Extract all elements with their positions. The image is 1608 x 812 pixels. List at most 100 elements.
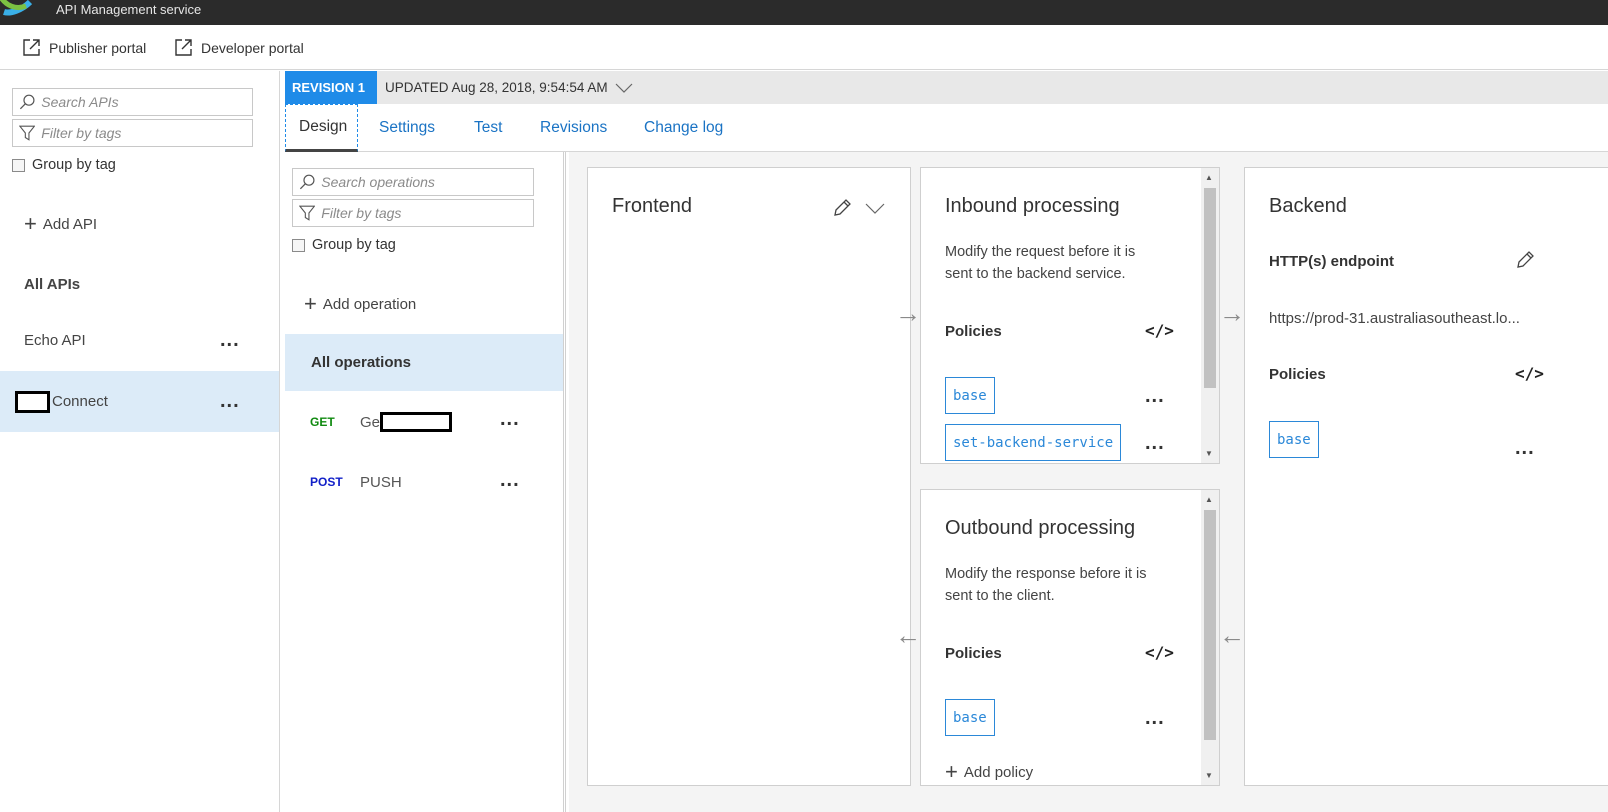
inbound-card: Inbound processing Modify the request be… xyxy=(920,167,1220,464)
policy-chip-base[interactable]: base xyxy=(945,699,995,736)
more-options-icon[interactable]: ... xyxy=(1515,438,1535,458)
operation-filter-box xyxy=(292,199,534,227)
service-subtitle: API Management service xyxy=(56,2,202,17)
external-link-icon xyxy=(23,39,40,56)
scrollbar-thumb[interactable] xyxy=(1204,188,1216,388)
plus-icon: + xyxy=(304,291,317,316)
outbound-description: Modify the response before it is sent to… xyxy=(945,563,1147,607)
search-icon xyxy=(299,174,315,190)
azure-api-management-logo xyxy=(0,0,33,16)
add-policy-button[interactable]: + Add policy xyxy=(945,761,1033,783)
add-operation-label: Add operation xyxy=(322,295,417,313)
all-operations-item[interactable]: All operations xyxy=(285,334,563,391)
api-item-label: Connect xyxy=(52,393,108,410)
inbound-description: Modify the request before it is sent to … xyxy=(945,241,1135,285)
search-icon xyxy=(19,94,35,110)
code-editor-icon[interactable]: </> xyxy=(1145,643,1174,662)
more-options-icon[interactable]: ... xyxy=(1145,386,1165,406)
frontend-card: Frontend xyxy=(587,167,911,786)
edit-pencil-icon[interactable] xyxy=(832,198,852,218)
operation-item-get[interactable]: GET Ge ... xyxy=(285,407,563,437)
chevron-down-icon[interactable] xyxy=(865,203,885,214)
revision-updated-dropdown[interactable]: UPDATED Aug 28, 2018, 9:54:54 AM xyxy=(385,80,633,95)
design-canvas: Frontend → → ← ← Inbound processing Modi… xyxy=(569,152,1608,812)
add-policy-label: Add policy xyxy=(963,763,1034,781)
revision-updated-label: UPDATED Aug 28, 2018, 9:54:54 AM xyxy=(384,80,608,95)
api-filter-input[interactable] xyxy=(41,125,252,141)
more-options-icon[interactable]: ... xyxy=(1145,433,1165,453)
group-by-tag-label: Group by tag xyxy=(312,237,396,253)
scrollbar-thumb[interactable] xyxy=(1204,510,1216,740)
more-options-icon[interactable]: ... xyxy=(500,409,520,429)
redacted-block xyxy=(15,390,50,413)
add-api-label: Add API xyxy=(42,215,98,233)
outbound-title: Outbound processing xyxy=(945,517,1136,539)
code-editor-icon[interactable]: </> xyxy=(1145,321,1174,340)
api-item-echo[interactable]: Echo API ... xyxy=(0,310,279,371)
developer-portal-label: Developer portal xyxy=(201,39,304,56)
developer-portal-link[interactable]: Developer portal xyxy=(174,38,304,57)
chevron-down-icon xyxy=(615,83,633,93)
plus-icon: + xyxy=(945,759,958,784)
operation-search-input[interactable] xyxy=(321,174,533,190)
operation-group-by-tag[interactable]: Group by tag xyxy=(292,237,396,253)
portal-bar: Publisher portal Developer portal xyxy=(0,25,1608,70)
add-operation-button[interactable]: + Add operation xyxy=(304,293,416,315)
api-search-input[interactable] xyxy=(41,94,252,110)
outbound-card: Outbound processing Modify the response … xyxy=(920,489,1220,786)
operation-search-box xyxy=(292,168,534,196)
outbound-scrollbar[interactable]: ▲ ▼ xyxy=(1201,490,1219,785)
tab-revisions[interactable]: Revisions xyxy=(540,104,607,152)
backend-title: Backend xyxy=(1269,195,1347,217)
code-editor-icon[interactable]: </> xyxy=(1515,364,1544,383)
operation-filter-input[interactable] xyxy=(321,205,533,221)
inbound-title: Inbound processing xyxy=(945,195,1120,217)
inbound-scrollbar[interactable]: ▲ ▼ xyxy=(1201,168,1219,463)
more-options-icon[interactable]: ... xyxy=(220,391,240,411)
top-bar: API Management service xyxy=(0,0,1608,25)
group-by-tag-checkbox[interactable] xyxy=(292,238,305,252)
backend-endpoint-url: https://prod-31.australiasoutheast.lo... xyxy=(1269,310,1520,327)
filter-icon xyxy=(19,125,36,141)
api-item-connect[interactable]: Connect ... xyxy=(0,371,279,432)
tab-change-log[interactable]: Change log xyxy=(644,104,723,152)
scroll-down-arrow-icon: ▼ xyxy=(1205,449,1213,458)
publisher-portal-label: Publisher portal xyxy=(49,39,147,56)
frontend-title: Frontend xyxy=(612,195,693,217)
more-options-icon[interactable]: ... xyxy=(220,330,240,350)
operation-name: Ge xyxy=(360,413,381,431)
tab-settings[interactable]: Settings xyxy=(379,104,435,152)
tab-test[interactable]: Test xyxy=(474,104,502,152)
outbound-policies-label: Policies xyxy=(945,645,1002,662)
edit-pencil-icon[interactable] xyxy=(1515,250,1535,270)
arrow-right-icon: → xyxy=(895,298,921,328)
filter-icon xyxy=(299,205,316,221)
policy-chip-base[interactable]: base xyxy=(1269,421,1319,458)
backend-policies-label: Policies xyxy=(1269,366,1326,383)
api-filter-box xyxy=(12,119,253,147)
scroll-up-arrow-icon: ▲ xyxy=(1205,173,1213,182)
more-options-icon[interactable]: ... xyxy=(500,470,520,490)
api-list-pane: Group by tag + Add API All APIs Echo API… xyxy=(0,71,280,812)
publisher-portal-link[interactable]: Publisher portal xyxy=(22,38,146,57)
operation-name: PUSH xyxy=(360,473,402,491)
add-api-button[interactable]: + Add API xyxy=(24,213,97,235)
api-group-by-tag[interactable]: Group by tag xyxy=(12,157,116,173)
policy-chip-base[interactable]: base xyxy=(945,377,995,414)
tab-design[interactable]: Design xyxy=(285,104,358,152)
group-by-tag-checkbox[interactable] xyxy=(12,158,25,172)
inbound-policies-label: Policies xyxy=(945,323,1002,340)
api-search-box xyxy=(12,88,253,116)
policy-chip-set-backend-service[interactable]: set-backend-service xyxy=(945,424,1122,461)
all-apis-heading: All APIs xyxy=(24,276,81,293)
operation-item-post[interactable]: POST PUSH ... xyxy=(285,467,563,497)
inbound-description-line: Modify the request before it is xyxy=(945,244,1136,260)
http-verb-get: GET xyxy=(310,415,335,429)
api-item-label: Echo API xyxy=(24,332,86,349)
http-endpoint-label: HTTP(s) endpoint xyxy=(1269,253,1394,270)
more-options-icon[interactable]: ... xyxy=(1145,708,1165,728)
group-by-tag-label: Group by tag xyxy=(32,157,116,173)
scroll-up-arrow-icon: ▲ xyxy=(1205,495,1213,504)
arrow-right-icon: → xyxy=(1219,298,1245,328)
arrow-left-icon: ← xyxy=(1219,620,1245,650)
